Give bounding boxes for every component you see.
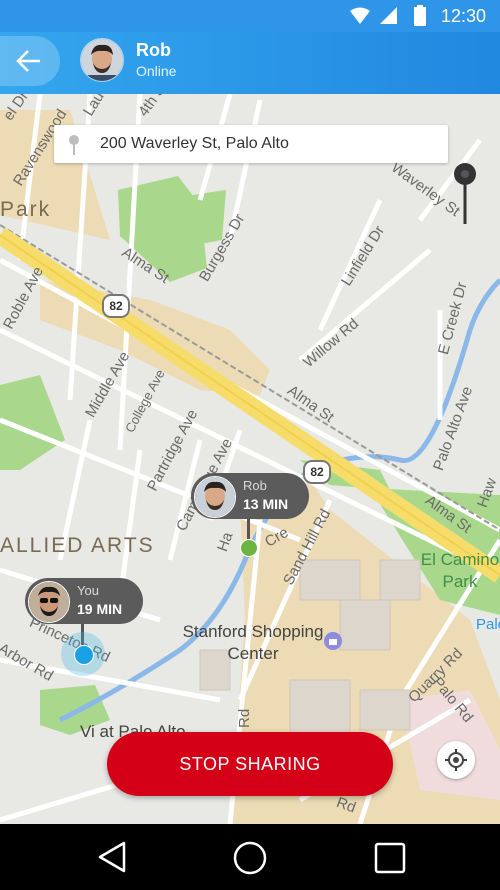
system-nav-bar <box>0 824 500 890</box>
marker-stem <box>247 519 250 541</box>
location-pin-icon <box>69 135 79 155</box>
my-location-button[interactable] <box>437 741 475 779</box>
contact-status: Online <box>136 63 177 79</box>
marker-eta: 19 MIN <box>77 601 123 617</box>
status-bar: 12:30 <box>0 0 500 32</box>
home-circle-icon[interactable] <box>232 840 268 876</box>
back-triangle-icon[interactable] <box>96 840 128 874</box>
route-82-shield: 82 <box>303 460 331 484</box>
place-label: Stanford Shopping Center <box>182 622 324 663</box>
arrow-left-icon <box>16 50 40 72</box>
you-avatar <box>28 581 70 623</box>
route-82-shield: 82 <box>102 294 130 318</box>
area-label: ALLIED ARTS <box>0 534 155 557</box>
shopping-bag-icon <box>324 632 342 650</box>
contact-avatar[interactable] <box>80 38 124 82</box>
area-label: Park <box>0 198 52 221</box>
street-label: Palo <box>476 616 500 633</box>
rob-location-dot[interactable] <box>240 539 258 557</box>
contact-name: Rob <box>136 40 171 60</box>
park-label: El Camino Park <box>420 550 500 591</box>
address-text: 200 Waverley St, Palo Alto <box>100 135 289 152</box>
address-search-bar[interactable]: 200 Waverley St, Palo Alto <box>54 125 448 163</box>
cellular-signal-icon <box>380 7 397 24</box>
you-location-dot[interactable] <box>74 645 94 665</box>
destination-pin-icon[interactable] <box>452 162 478 224</box>
marker-name: You <box>77 583 99 598</box>
wifi-icon <box>350 7 370 24</box>
crosshair-icon <box>445 749 467 771</box>
you-location-bubble[interactable]: You 19 MIN <box>25 578 143 624</box>
clock-time: 12:30 <box>440 6 486 26</box>
battery-icon <box>414 5 426 26</box>
app-bar: Rob Online <box>0 32 500 94</box>
back-button[interactable] <box>0 36 60 86</box>
rob-avatar <box>194 476 236 518</box>
map-view[interactable]: Ravenswood Lau 4th St el Dr Waverley St … <box>0 94 500 824</box>
marker-name: Rob <box>243 478 267 493</box>
stop-sharing-button[interactable]: STOP SHARING <box>107 732 393 796</box>
rob-location-bubble[interactable]: Rob 13 MIN <box>191 473 309 519</box>
street-label: Rd <box>236 708 253 728</box>
recents-square-icon[interactable] <box>374 842 406 874</box>
marker-eta: 13 MIN <box>243 496 289 512</box>
